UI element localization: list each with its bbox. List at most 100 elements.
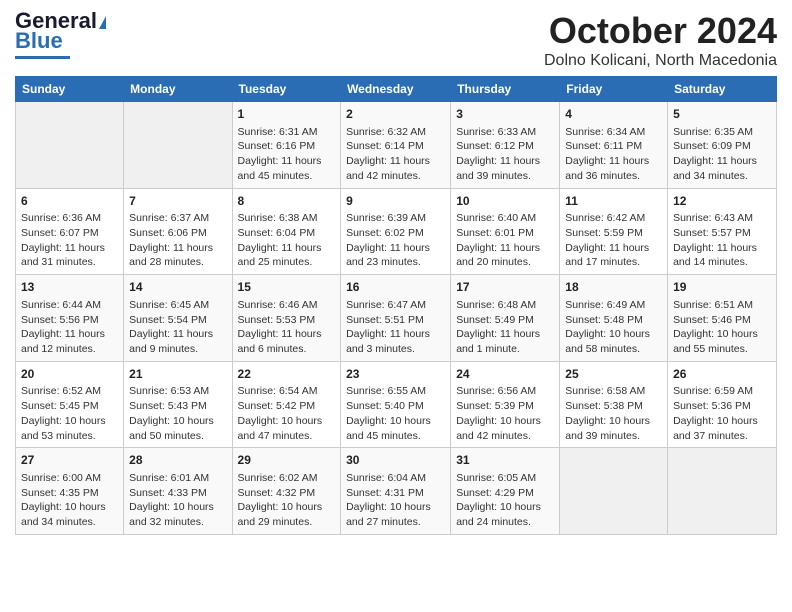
day-number: 9 xyxy=(346,193,445,210)
day-number: 20 xyxy=(21,366,118,383)
col-friday: Friday xyxy=(560,77,668,102)
day-number: 7 xyxy=(129,193,226,210)
cell-2-2: 7Sunrise: 6:37 AMSunset: 6:06 PMDaylight… xyxy=(124,188,232,275)
cell-2-5: 10Sunrise: 6:40 AMSunset: 6:01 PMDayligh… xyxy=(451,188,560,275)
day-number: 22 xyxy=(238,366,336,383)
day-number: 4 xyxy=(565,106,662,123)
cell-2-3: 8Sunrise: 6:38 AMSunset: 6:04 PMDaylight… xyxy=(232,188,341,275)
cell-info: Sunrise: 6:04 AMSunset: 4:31 PMDaylight:… xyxy=(346,471,445,530)
cell-info: Sunrise: 6:56 AMSunset: 5:39 PMDaylight:… xyxy=(456,384,554,443)
cell-info: Sunrise: 6:48 AMSunset: 5:49 PMDaylight:… xyxy=(456,298,554,357)
cell-info: Sunrise: 6:53 AMSunset: 5:43 PMDaylight:… xyxy=(129,384,226,443)
day-number: 8 xyxy=(238,193,336,210)
cell-info: Sunrise: 6:43 AMSunset: 5:57 PMDaylight:… xyxy=(673,211,771,270)
cell-5-4: 30 Sunrise: 6:04 AMSunset: 4:31 PMDayligh… xyxy=(341,448,451,535)
cell-3-1: 13 Sunrise: 6:44 AMSunset: 5:56 PMDayligh… xyxy=(16,275,124,362)
cell-1-6: 4Sunrise: 6:34 AMSunset: 6:11 PMDaylight… xyxy=(560,102,668,189)
day-number: 16 xyxy=(346,279,445,296)
cell-3-6: 18Sunrise: 6:49 AMSunset: 5:48 PMDayligh… xyxy=(560,275,668,362)
cell-info: Sunrise: 6:32 AMSunset: 6:14 PMDaylight:… xyxy=(346,125,445,184)
cell-5-2: 28 Sunrise: 6:01 AMSunset: 4:33 PMDayligh… xyxy=(124,448,232,535)
logo: General Blue xyxy=(15,10,106,59)
day-number: 31 xyxy=(456,452,554,469)
cell-info: Sunrise: 6:37 AMSunset: 6:06 PMDaylight:… xyxy=(129,211,226,270)
week-row-3: 13 Sunrise: 6:44 AMSunset: 5:56 PMDayligh… xyxy=(16,275,777,362)
cell-info: Sunrise: 6:55 AMSunset: 5:40 PMDaylight:… xyxy=(346,384,445,443)
day-number: 24 xyxy=(456,366,554,383)
day-number: 25 xyxy=(565,366,662,383)
cell-info: Sunrise: 6:01 AMSunset: 4:33 PMDaylight:… xyxy=(129,471,226,530)
cell-5-7 xyxy=(668,448,777,535)
col-thursday: Thursday xyxy=(451,77,560,102)
cell-1-5: 3Sunrise: 6:33 AMSunset: 6:12 PMDaylight… xyxy=(451,102,560,189)
cell-info: Sunrise: 6:52 AMSunset: 5:45 PMDaylight:… xyxy=(21,384,118,443)
day-number: 10 xyxy=(456,193,554,210)
cell-4-6: 25Sunrise: 6:58 AMSunset: 5:38 PMDayligh… xyxy=(560,361,668,448)
day-number: 30 xyxy=(346,452,445,469)
day-number: 2 xyxy=(346,106,445,123)
calendar-table: Sunday Monday Tuesday Wednesday Thursday… xyxy=(15,76,777,535)
page-header: General Blue October 2024 Dolno Kolicani… xyxy=(15,10,777,70)
cell-info: Sunrise: 6:51 AMSunset: 5:46 PMDaylight:… xyxy=(673,298,771,357)
cell-info: Sunrise: 6:46 AMSunset: 5:53 PMDaylight:… xyxy=(238,298,336,357)
cell-1-4: 2 Sunrise: 6:32 AMSunset: 6:14 PMDaylight… xyxy=(341,102,451,189)
cell-1-3: 1Sunrise: 6:31 AMSunset: 6:16 PMDaylight… xyxy=(232,102,341,189)
cell-4-7: 26Sunrise: 6:59 AMSunset: 5:36 PMDayligh… xyxy=(668,361,777,448)
cell-4-2: 21Sunrise: 6:53 AMSunset: 5:43 PMDayligh… xyxy=(124,361,232,448)
day-number: 6 xyxy=(21,193,118,210)
cell-5-1: 27 Sunrise: 6:00 AMSunset: 4:35 PMDayligh… xyxy=(16,448,124,535)
week-row-4: 20Sunrise: 6:52 AMSunset: 5:45 PMDayligh… xyxy=(16,361,777,448)
cell-info: Sunrise: 6:39 AMSunset: 6:02 PMDaylight:… xyxy=(346,211,445,270)
cell-2-4: 9Sunrise: 6:39 AMSunset: 6:02 PMDaylight… xyxy=(341,188,451,275)
logo-blue: Blue xyxy=(15,28,63,54)
cell-3-3: 15 Sunrise: 6:46 AMSunset: 5:53 PMDayligh… xyxy=(232,275,341,362)
location-title: Dolno Kolicani, North Macedonia xyxy=(544,52,777,70)
day-number: 28 xyxy=(129,452,226,469)
week-row-1: 1Sunrise: 6:31 AMSunset: 6:16 PMDaylight… xyxy=(16,102,777,189)
logo-underline xyxy=(15,56,70,59)
cell-4-3: 22Sunrise: 6:54 AMSunset: 5:42 PMDayligh… xyxy=(232,361,341,448)
cell-3-7: 19 Sunrise: 6:51 AMSunset: 5:46 PMDayligh… xyxy=(668,275,777,362)
title-block: October 2024 Dolno Kolicani, North Maced… xyxy=(544,10,777,70)
cell-4-5: 24Sunrise: 6:56 AMSunset: 5:39 PMDayligh… xyxy=(451,361,560,448)
col-saturday: Saturday xyxy=(668,77,777,102)
day-number: 11 xyxy=(565,193,662,210)
cell-info: Sunrise: 6:35 AMSunset: 6:09 PMDaylight:… xyxy=(673,125,771,184)
cell-info: Sunrise: 6:33 AMSunset: 6:12 PMDaylight:… xyxy=(456,125,554,184)
cell-1-7: 5 Sunrise: 6:35 AMSunset: 6:09 PMDaylight… xyxy=(668,102,777,189)
cell-4-4: 23Sunrise: 6:55 AMSunset: 5:40 PMDayligh… xyxy=(341,361,451,448)
day-number: 1 xyxy=(238,106,336,123)
day-number: 14 xyxy=(129,279,226,296)
day-number: 26 xyxy=(673,366,771,383)
cell-3-4: 16Sunrise: 6:47 AMSunset: 5:51 PMDayligh… xyxy=(341,275,451,362)
col-tuesday: Tuesday xyxy=(232,77,341,102)
cell-info: Sunrise: 6:42 AMSunset: 5:59 PMDaylight:… xyxy=(565,211,662,270)
cell-3-2: 14 Sunrise: 6:45 AMSunset: 5:54 PMDayligh… xyxy=(124,275,232,362)
day-number: 13 xyxy=(21,279,118,296)
col-monday: Monday xyxy=(124,77,232,102)
col-sunday: Sunday xyxy=(16,77,124,102)
day-number: 15 xyxy=(238,279,336,296)
cell-2-6: 11Sunrise: 6:42 AMSunset: 5:59 PMDayligh… xyxy=(560,188,668,275)
cell-1-1 xyxy=(16,102,124,189)
cell-info: Sunrise: 6:00 AMSunset: 4:35 PMDaylight:… xyxy=(21,471,118,530)
day-number: 12 xyxy=(673,193,771,210)
cell-info: Sunrise: 6:45 AMSunset: 5:54 PMDaylight:… xyxy=(129,298,226,357)
week-row-5: 27 Sunrise: 6:00 AMSunset: 4:35 PMDayligh… xyxy=(16,448,777,535)
cell-2-7: 12Sunrise: 6:43 AMSunset: 5:57 PMDayligh… xyxy=(668,188,777,275)
cell-info: Sunrise: 6:38 AMSunset: 6:04 PMDaylight:… xyxy=(238,211,336,270)
day-number: 5 xyxy=(673,106,771,123)
day-number: 23 xyxy=(346,366,445,383)
day-number: 27 xyxy=(21,452,118,469)
cell-info: Sunrise: 6:59 AMSunset: 5:36 PMDaylight:… xyxy=(673,384,771,443)
day-number: 29 xyxy=(238,452,336,469)
cell-5-5: 31Sunrise: 6:05 AMSunset: 4:29 PMDayligh… xyxy=(451,448,560,535)
cell-info: Sunrise: 6:36 AMSunset: 6:07 PMDaylight:… xyxy=(21,211,118,270)
cell-3-5: 17Sunrise: 6:48 AMSunset: 5:49 PMDayligh… xyxy=(451,275,560,362)
cell-info: Sunrise: 6:02 AMSunset: 4:32 PMDaylight:… xyxy=(238,471,336,530)
header-row: Sunday Monday Tuesday Wednesday Thursday… xyxy=(16,77,777,102)
day-number: 19 xyxy=(673,279,771,296)
cell-info: Sunrise: 6:40 AMSunset: 6:01 PMDaylight:… xyxy=(456,211,554,270)
cell-info: Sunrise: 6:44 AMSunset: 5:56 PMDaylight:… xyxy=(21,298,118,357)
day-number: 18 xyxy=(565,279,662,296)
